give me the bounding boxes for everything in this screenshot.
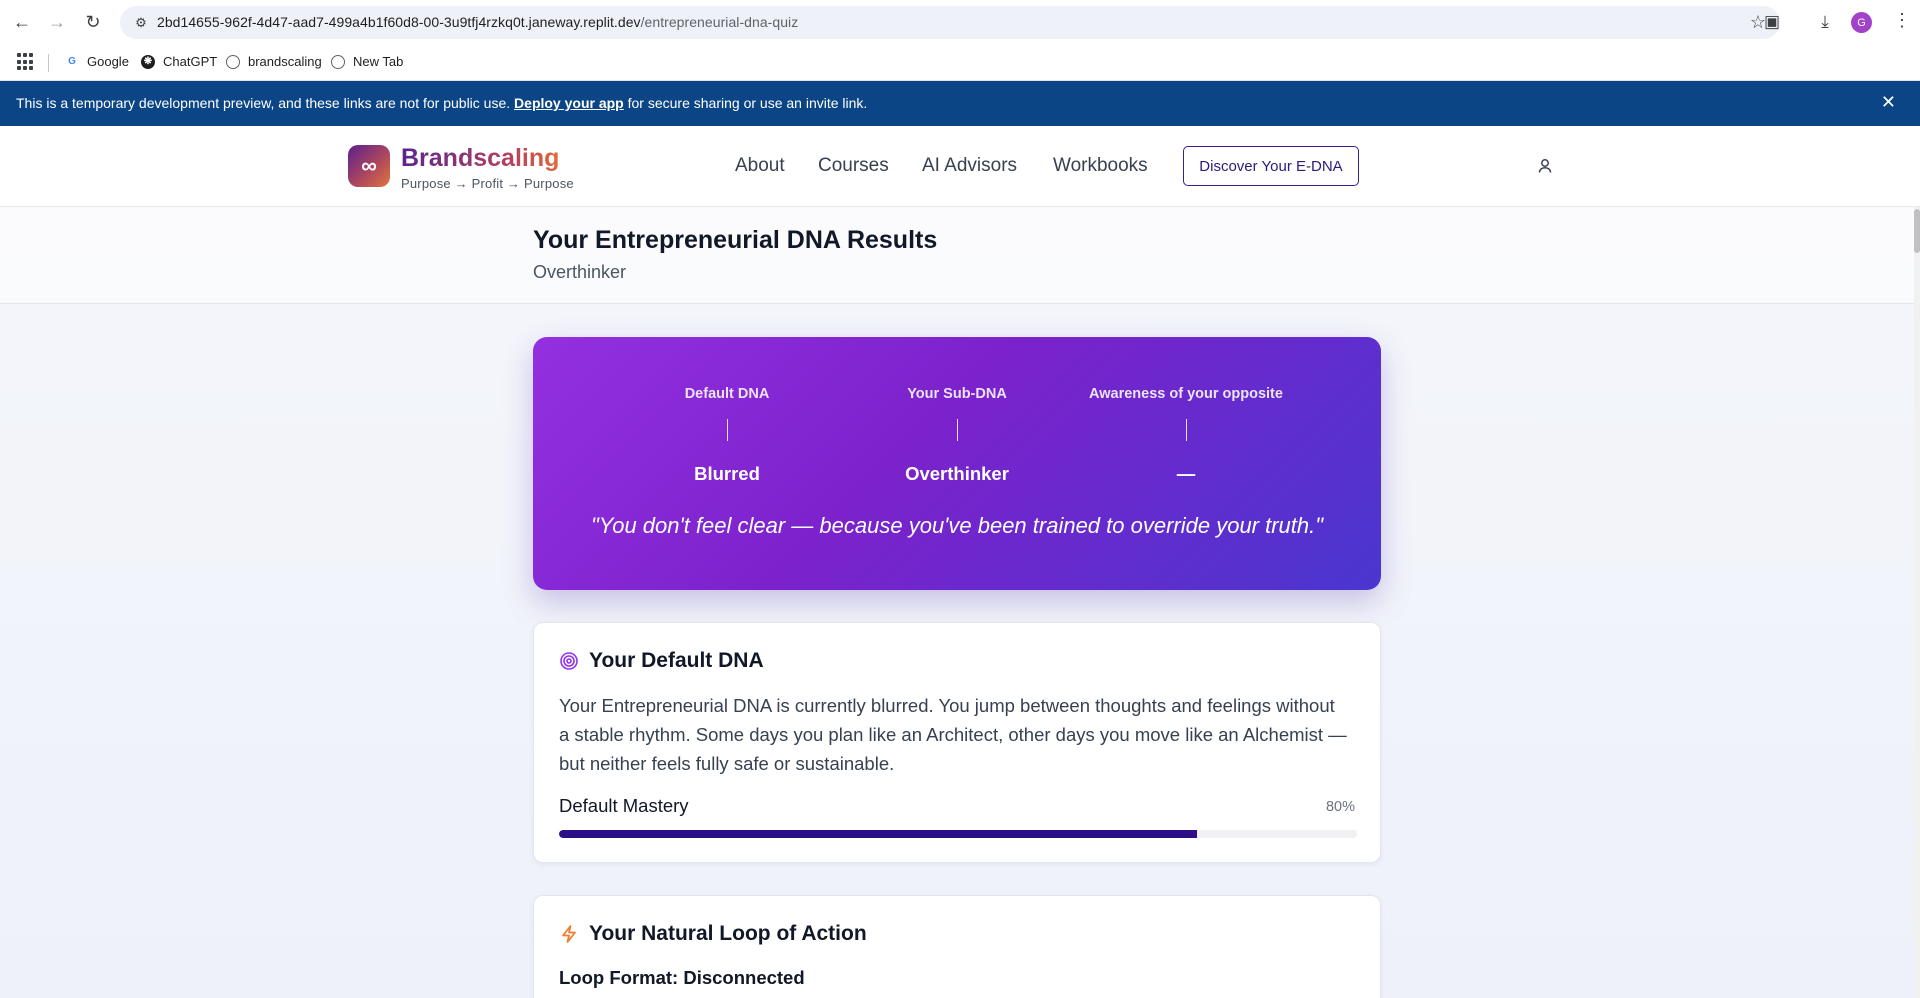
bookmark-label: ChatGPT [163,54,218,69]
page-background [0,207,1914,998]
dna-quote: "You don't feel clear — because you've b… [590,513,1324,538]
chatgpt-icon: ❋ [141,54,155,69]
globe-icon [331,54,345,69]
profile-avatar[interactable]: G [1851,12,1872,33]
menu-icon[interactable]: ⋮ [1893,10,1911,31]
banner-text-after: for secure sharing or use an invite link… [623,95,868,111]
bookmark-label: Google [87,54,129,69]
nav-ai-advisors[interactable]: AI Advisors [922,155,1017,177]
sub-dna-value: Overthinker [905,463,1009,484]
bookmark-new-tab[interactable]: New Tab [331,54,403,69]
mastery-progress-fill [559,830,1198,838]
site-info-icon[interactable]: ⚙ [132,14,150,32]
title-band [0,207,1914,304]
sub-dna-label: Your Sub-DNA [907,386,1007,402]
card-title: Your Default DNA [559,649,764,673]
apps-grid-icon[interactable] [17,53,35,71]
scrollbar[interactable] [1914,207,1920,998]
page-subtitle: Overthinker [533,262,627,282]
nav-about[interactable]: About [735,155,785,177]
extensions-icon[interactable]: ▣ [1760,10,1784,34]
bookmark-brandscaling[interactable]: brandscaling [226,54,322,69]
bookmark-label: brandscaling [248,54,322,69]
url-host: 2bd14655-962f-4d47-aad7-499a4b1f60d8-00-… [157,14,641,30]
bookmarks-bar: G Google ❋ ChatGPT brandscaling New Tab [0,45,1920,81]
loop-title: Your Natural Loop of Action [589,922,867,945]
mastery-percent: 80% [1325,799,1355,815]
scrollbar-thumb[interactable] [1914,209,1920,253]
dna-summary-card: Default DNA Blurred Your Sub-DNA Overthi… [533,337,1381,590]
nav-courses[interactable]: Courses [818,155,889,177]
user-icon[interactable] [1535,156,1555,176]
divider-line [726,419,728,441]
opposite-awareness-column: Awareness of your opposite — [1071,386,1301,485]
nav-workbooks[interactable]: Workbooks [1053,155,1148,177]
divider-line [956,419,958,441]
bookmarks-divider [48,54,49,72]
address-bar[interactable]: ⚙ 2bd14655-962f-4d47-aad7-499a4b1f60d8-0… [120,6,1780,39]
infinity-icon: ∞ [361,153,377,178]
mastery-label: Default Mastery [559,795,689,816]
bookmark-label: New Tab [353,54,404,69]
default-dna-card: Your Default DNA Your Entrepreneurial DN… [533,622,1381,863]
globe-icon [226,54,240,69]
target-icon [559,651,579,671]
loop-format: Loop Format: Disconnected [559,967,805,988]
discover-edna-button[interactable]: Discover Your E-DNA [1183,146,1359,186]
browser-toolbar: ← → ↻ ⚙ 2bd14655-962f-4d47-aad7-499a4b1f… [0,0,1920,45]
site-header: ∞ Brandscaling Purpose → Profit → Purpos… [0,126,1920,207]
deploy-app-link[interactable]: Deploy your app [514,95,624,111]
card-title: Your Natural Loop of Action [559,922,867,946]
back-icon[interactable]: ← [10,10,34,34]
mastery-progress-bar [559,830,1357,838]
brand-logo[interactable]: ∞ [348,145,390,187]
banner-text-before: This is a temporary development preview,… [16,95,515,111]
bookmark-google[interactable]: G Google [65,54,129,69]
default-dna-title: Your Default DNA [589,649,764,672]
url-text[interactable]: 2bd14655-962f-4d47-aad7-499a4b1f60d8-00-… [157,14,798,30]
download-icon[interactable]: ⤓ [1813,10,1837,34]
page-title: Your Entrepreneurial DNA Results [533,226,938,254]
forward-icon[interactable]: → [45,10,69,34]
divider-line [1185,419,1187,441]
google-icon: G [68,56,76,67]
url-path: /entrepreneurial-dna-quiz [640,14,799,30]
banner-text: This is a temporary development preview,… [16,95,867,111]
brand-name[interactable]: Brandscaling [401,144,559,173]
brand-tagline: Purpose → Profit → Purpose [401,176,574,191]
reload-icon[interactable]: ↻ [81,10,105,34]
opposite-awareness-value: — [1176,463,1196,484]
default-dna-label: Default DNA [684,386,770,402]
default-dna-description: Your Entrepreneurial DNA is currently bl… [559,695,1347,774]
lightning-icon [559,924,579,944]
default-dna-column: Default DNA Blurred [612,386,842,485]
default-dna-value: Blurred [694,463,760,484]
sub-dna-column: Your Sub-DNA Overthinker [842,386,1072,485]
loop-of-action-card: Your Natural Loop of Action Loop Format:… [533,895,1381,998]
close-icon[interactable]: ✕ [1881,92,1896,113]
dev-preview-banner: This is a temporary development preview,… [0,81,1920,126]
bookmark-chatgpt[interactable]: ❋ ChatGPT [141,54,217,69]
opposite-awareness-label: Awareness of your opposite [1089,386,1283,402]
